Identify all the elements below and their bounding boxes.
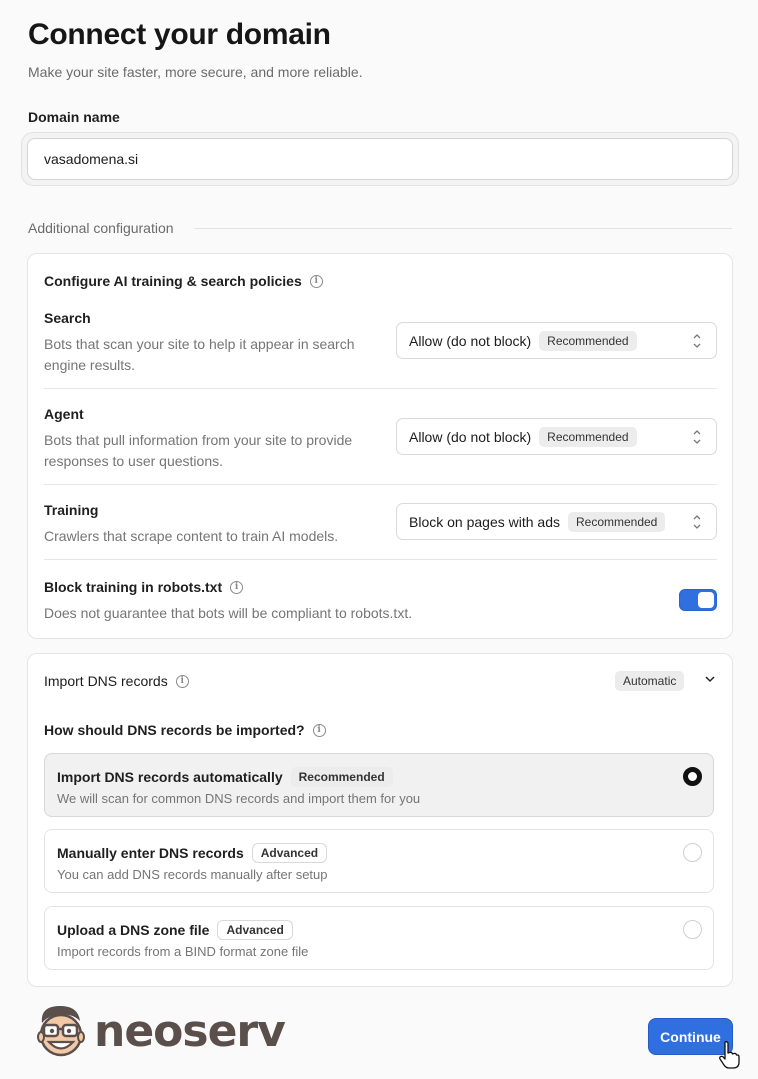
robots-title: Block training in robots.txt i	[44, 579, 717, 595]
dns-title[interactable]: Import DNS records i	[44, 673, 189, 689]
ai-policies-title-text: Configure AI training & search policies	[44, 273, 302, 289]
dns-option-automatic[interactable]: Import DNS records automatically Recomme…	[44, 753, 714, 817]
chevron-down-icon[interactable]	[704, 675, 716, 683]
neoserv-logo: neoserv	[32, 1003, 292, 1063]
option-title-text: Import DNS records automatically	[57, 769, 283, 785]
option-title: Manually enter DNS records Advanced	[57, 843, 701, 863]
radio-zone-file[interactable]	[683, 920, 702, 939]
page-title: Connect your domain	[28, 18, 331, 51]
search-policy-value: Allow (do not block)	[409, 332, 532, 349]
logo-wordmark: neoserv	[94, 1006, 286, 1057]
domain-name-input[interactable]	[27, 138, 733, 180]
search-policy-select[interactable]: Allow (do not block) Recommended	[396, 322, 717, 359]
row-divider	[44, 559, 717, 560]
option-title-text: Upload a DNS zone file	[57, 922, 210, 938]
recommended-badge: Recommended	[567, 511, 666, 532]
dns-option-manual[interactable]: Manually enter DNS records Advanced You …	[44, 829, 714, 893]
advanced-badge: Advanced	[251, 843, 328, 863]
agent-policy-select[interactable]: Allow (do not block) Recommended	[396, 418, 717, 455]
option-desc: Import records from a BIND format zone f…	[57, 944, 309, 959]
option-title: Import DNS records automatically Recomme…	[57, 767, 701, 787]
info-icon[interactable]: i	[309, 274, 323, 288]
row-divider	[44, 388, 717, 389]
mascot-icon	[37, 1005, 85, 1057]
info-icon[interactable]: i	[175, 674, 189, 688]
dns-question: How should DNS records be imported? i	[44, 722, 326, 738]
training-policy-value: Block on pages with ads	[409, 513, 560, 530]
ai-policies-card: Configure AI training & search policies …	[27, 253, 733, 639]
robots-title-text: Block training in robots.txt	[44, 579, 223, 595]
recommended-badge: Recommended	[539, 330, 637, 351]
recommended-badge: Recommended	[539, 426, 637, 447]
dns-option-zone-file[interactable]: Upload a DNS zone file Advanced Import r…	[44, 906, 714, 970]
option-desc: You can add DNS records manually after s…	[57, 867, 328, 882]
robots-toggle[interactable]	[679, 589, 717, 611]
chevron-updown-icon	[693, 334, 701, 348]
robots-desc: Does not guarantee that bots will be com…	[44, 605, 413, 621]
option-title: Upload a DNS zone file Advanced	[57, 920, 701, 940]
agent-policy-value: Allow (do not block)	[409, 428, 532, 445]
policy-desc-search: Bots that scan your site to help it appe…	[44, 336, 355, 373]
option-title-text: Manually enter DNS records	[57, 845, 244, 861]
ai-policies-title: Configure AI training & search policies …	[44, 273, 323, 289]
section-divider	[194, 228, 732, 229]
pointer-cursor-icon	[719, 1041, 740, 1069]
info-icon[interactable]: i	[230, 580, 244, 594]
policy-desc-agent: Bots that pull information from your sit…	[44, 432, 353, 469]
toggle-knob	[698, 592, 714, 608]
chevron-updown-icon	[693, 430, 701, 444]
advanced-badge: Advanced	[217, 920, 293, 940]
page-subtitle: Make your site faster, more secure, and …	[28, 64, 363, 80]
connect-domain-page: Connect your domain Make your site faste…	[0, 0, 758, 1079]
row-divider	[44, 484, 717, 485]
domain-name-label: Domain name	[28, 109, 120, 125]
radio-manual[interactable]	[683, 843, 702, 862]
automatic-badge: Automatic	[615, 671, 685, 691]
training-policy-select[interactable]: Block on pages with ads Recommended	[396, 503, 717, 540]
recommended-badge: Recommended	[290, 767, 393, 787]
option-desc: We will scan for common DNS records and …	[57, 791, 421, 806]
policy-desc-training: Crawlers that scrape content to train AI…	[44, 528, 339, 544]
chevron-updown-icon	[693, 515, 701, 529]
policy-row-robots: Block training in robots.txt i Does not …	[44, 579, 717, 624]
radio-automatic[interactable]	[683, 767, 702, 786]
additional-configuration-label: Additional configuration	[28, 220, 174, 236]
dns-import-card: Import DNS records i Automatic How shoul…	[27, 653, 733, 987]
info-icon[interactable]: i	[312, 723, 326, 737]
dns-question-text: How should DNS records be imported?	[44, 722, 305, 738]
dns-title-text: Import DNS records	[44, 673, 168, 689]
